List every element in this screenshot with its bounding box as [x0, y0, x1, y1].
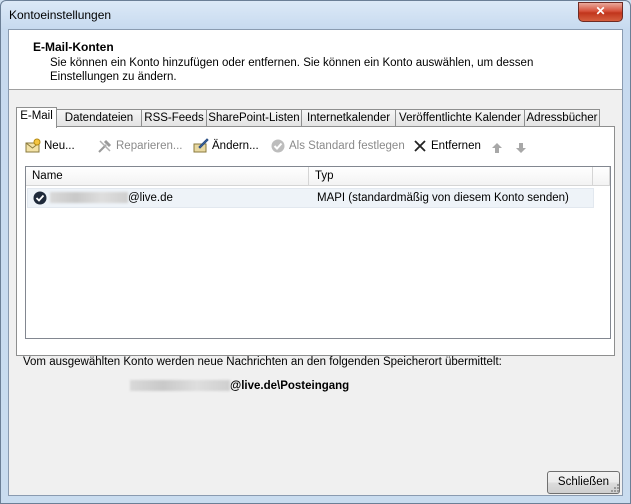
close-window-button[interactable]: ✕	[578, 2, 623, 22]
delivery-path-suffix: @live.de\Posteingang	[230, 380, 350, 392]
remove-label: Entfernen	[431, 140, 481, 152]
header-description: Sie können ein Konto hinzufügen oder ent…	[50, 57, 534, 83]
set-default-label: Als Standard festlegen	[289, 140, 405, 152]
dialog-client-area: E-Mail-Konten Sie können ein Konto hinzu…	[8, 29, 623, 496]
tab-email[interactable]: E-Mail	[16, 107, 57, 128]
change-account-icon	[193, 138, 209, 153]
tab-data-files[interactable]: Datendateien	[56, 109, 142, 127]
move-down-arrow-icon[interactable]	[515, 142, 527, 154]
remove-x-icon	[414, 140, 426, 152]
resize-grip-icon[interactable]	[610, 483, 620, 493]
account-settings-window: Kontoeinstellungen ✕ E-Mail-Konten Sie k…	[0, 0, 631, 504]
remove-button[interactable]: Entfernen	[412, 138, 481, 154]
set-default-button[interactable]: Als Standard festlegen	[270, 138, 405, 154]
header-title: E-Mail-Konten	[33, 40, 114, 54]
delivery-info-text: Vom ausgewählten Konto werden neue Nachr…	[23, 356, 502, 368]
window-title: Kontoeinstellungen	[9, 8, 112, 22]
checkmark-icon	[271, 139, 285, 153]
redacted-username	[130, 380, 230, 392]
account-domain: @live.de	[128, 192, 173, 204]
repair-label: Reparieren...	[116, 140, 183, 152]
redacted-username	[50, 192, 128, 204]
delivery-path: @live.de\Posteingang	[130, 380, 349, 392]
repair-button[interactable]: Reparieren...	[97, 138, 182, 154]
tab-published-calendars[interactable]: Veröffentlichte Kalender	[395, 109, 525, 127]
tab-rss-feeds[interactable]: RSS-Feeds	[141, 109, 207, 127]
new-account-label: Neu...	[44, 140, 75, 152]
tab-sharepoint-lists[interactable]: SharePoint-Listen	[206, 109, 302, 127]
accounts-list[interactable]: Name Typ @live.de MAPI (standardmäßig vo…	[25, 166, 611, 339]
change-label: Ändern...	[212, 140, 259, 152]
column-header-name[interactable]: Name	[26, 167, 309, 186]
column-header-filler	[593, 167, 610, 186]
tab-address-books[interactable]: Adressbücher	[524, 109, 600, 127]
column-header-type[interactable]: Typ	[309, 167, 593, 186]
account-name: @live.de	[50, 189, 173, 207]
default-account-icon	[33, 191, 47, 211]
dialog-header: E-Mail-Konten Sie können ein Konto hinzu…	[9, 30, 622, 90]
table-row[interactable]: @live.de MAPI (standardmäßig von diesem …	[27, 188, 594, 208]
tab-internet-calendars[interactable]: Internetkalender	[301, 109, 396, 127]
new-mail-icon	[25, 138, 41, 153]
account-type: MAPI (standardmäßig von diesem Konto sen…	[317, 192, 569, 204]
move-up-arrow-icon[interactable]	[491, 142, 503, 154]
repair-tools-icon	[98, 139, 112, 153]
new-account-button[interactable]: Neu...	[25, 138, 75, 154]
title-bar[interactable]: Kontoeinstellungen ✕	[1, 1, 630, 29]
email-tab-panel: Neu... Reparieren... Ändern... Als Stand…	[16, 126, 615, 356]
change-button[interactable]: Ändern...	[193, 138, 259, 154]
